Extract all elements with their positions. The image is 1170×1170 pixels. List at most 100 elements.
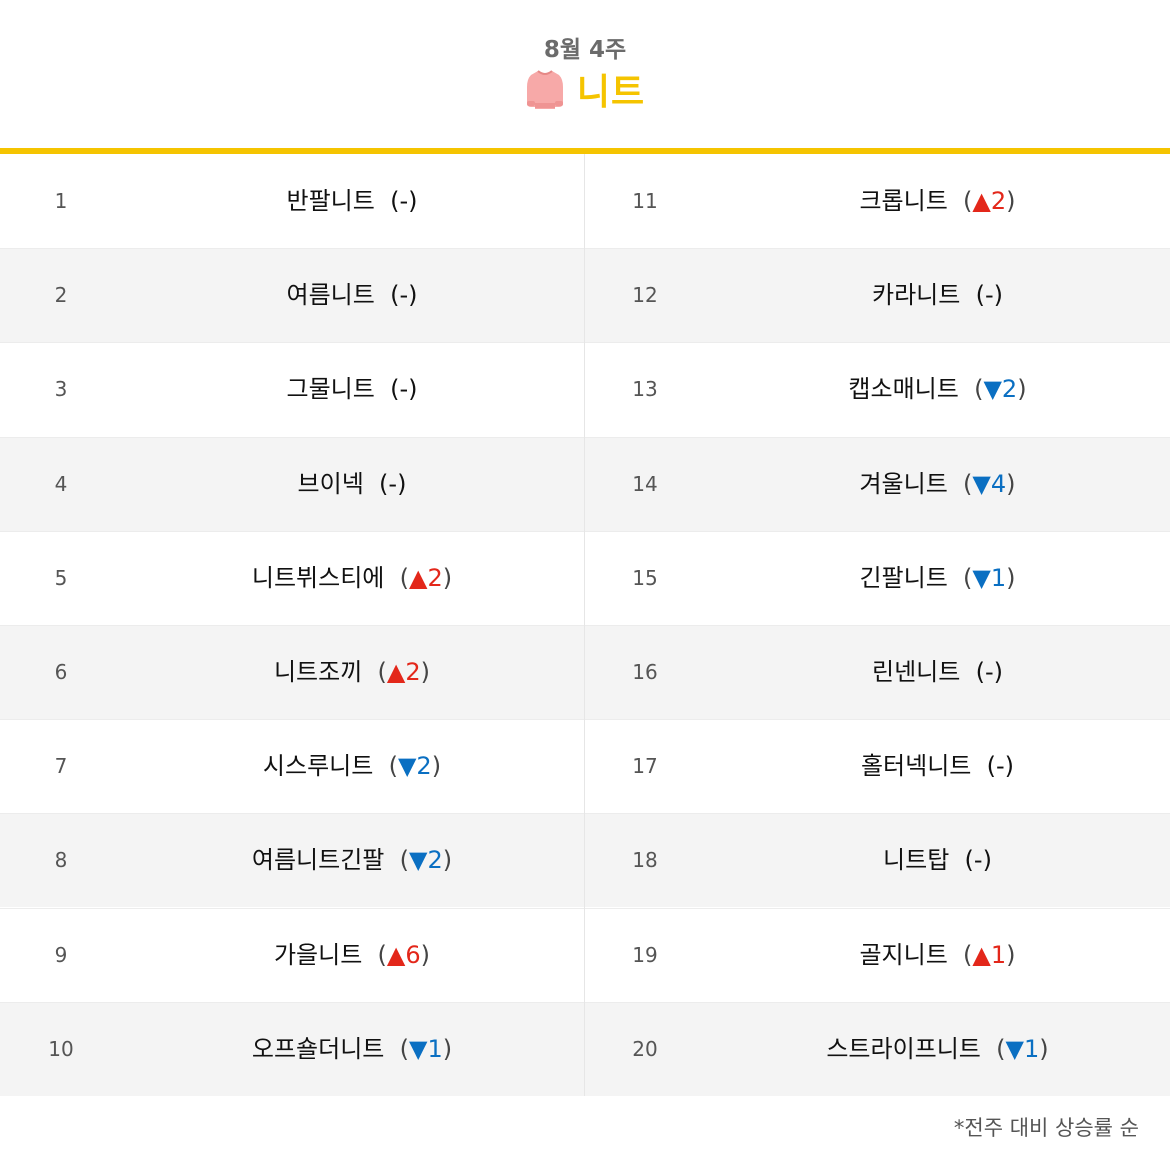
change-value: 2 bbox=[427, 846, 443, 875]
paren-close: ) bbox=[442, 563, 453, 592]
triangle-down-icon: ▼ bbox=[983, 375, 1002, 404]
paren-close: ) bbox=[993, 281, 1003, 310]
paren-close: ) bbox=[420, 940, 431, 969]
paren-open: ( bbox=[388, 752, 398, 781]
paren-close: ) bbox=[1039, 1034, 1049, 1063]
change-value: 1 bbox=[427, 1034, 443, 1063]
rank-number: 17 bbox=[632, 754, 658, 779]
paren-close: ) bbox=[442, 1034, 453, 1063]
keyword-text: 린넨니트 bbox=[871, 658, 961, 686]
rank-number: 2 bbox=[54, 283, 68, 308]
keyword-cell: 시스루니트 (▼2) bbox=[120, 719, 584, 813]
change-value: 6 bbox=[405, 940, 421, 969]
rank-change: (-) bbox=[379, 470, 406, 498]
table-row: 3 그물니트 (-) 13 캡소매니트 (▼2) bbox=[0, 342, 1170, 437]
table-row: 7 시스루니트 (▼2) 17 홀터넥니트 (-) bbox=[0, 719, 1170, 814]
keyword-cell: 오프숄더니트 (▼1) bbox=[120, 1002, 584, 1096]
paren-open: ( bbox=[975, 658, 985, 686]
rank-change: (▼2) bbox=[974, 375, 1027, 403]
paren-close: ) bbox=[1006, 563, 1016, 592]
rank-change: (▲2) bbox=[400, 564, 453, 592]
change-value: - bbox=[388, 469, 398, 498]
keyword-cell: 겨울니트 (▼4) bbox=[705, 437, 1170, 531]
paren-open: ( bbox=[377, 940, 387, 969]
change-value: 1 bbox=[1024, 1034, 1040, 1063]
change-value: - bbox=[984, 281, 994, 310]
keyword-cell: 린넨니트 (-) bbox=[705, 625, 1170, 719]
triangle-down-icon: ▼ bbox=[409, 1034, 428, 1063]
rank-number: 11 bbox=[632, 189, 658, 213]
change-value: - bbox=[996, 752, 1005, 781]
keyword-cell: 가을니트 (▲6) bbox=[120, 908, 584, 1002]
title-row: 니트 bbox=[0, 64, 1170, 114]
change-value: 2 bbox=[416, 752, 432, 781]
paren-close: ) bbox=[1006, 940, 1016, 969]
change-value: 2 bbox=[1001, 375, 1018, 404]
keyword-cell: 니트탑 (-) bbox=[705, 813, 1170, 907]
keyword-text: 여름니트 bbox=[286, 281, 375, 310]
keyword-text: 카라니트 bbox=[871, 281, 961, 310]
paren-close: ) bbox=[1006, 187, 1016, 215]
keyword-text: 캡소매니트 bbox=[848, 375, 959, 404]
paren-open: ( bbox=[399, 846, 409, 875]
paren-open: ( bbox=[399, 563, 409, 592]
rank-number: 10 bbox=[48, 1036, 74, 1061]
paren-open: ( bbox=[399, 1034, 409, 1063]
triangle-down-icon: ▼ bbox=[397, 752, 417, 781]
rank-change: (-) bbox=[976, 658, 1003, 686]
change-value: - bbox=[973, 846, 983, 875]
keyword-cell: 카라니트 (-) bbox=[705, 248, 1170, 342]
table-row: 9 가을니트 (▲6) 19 골지니트 (▲1) bbox=[0, 907, 1170, 1002]
keyword-text: 긴팔니트 bbox=[859, 563, 948, 592]
keyword-text: 스트라이프니트 bbox=[826, 1034, 981, 1063]
paren-close: ) bbox=[431, 752, 442, 781]
rank-change: (-) bbox=[965, 846, 992, 874]
change-value: - bbox=[399, 375, 409, 404]
rank-change: (▲2) bbox=[963, 187, 1016, 215]
change-value: 2 bbox=[990, 187, 1007, 215]
rank-change: (▼2) bbox=[389, 752, 442, 780]
keyword-text: 시스루니트 bbox=[262, 752, 374, 781]
change-value: 2 bbox=[427, 563, 443, 592]
table-row: 5 니트뷔스티에 (▲2) 15 긴팔니트 (▼1) bbox=[0, 530, 1170, 625]
sweater-icon bbox=[525, 67, 565, 111]
table-row: 2 여름니트 (-) 12 카라니트 (-) bbox=[0, 248, 1170, 343]
triangle-up-icon: ▲ bbox=[386, 940, 406, 969]
rank-number: 8 bbox=[54, 848, 68, 873]
keyword-text: 반팔니트 bbox=[286, 187, 375, 215]
triangle-up-icon: ▲ bbox=[386, 658, 406, 686]
triangle-up-icon: ▲ bbox=[972, 940, 991, 969]
rank-change: (▼1) bbox=[963, 564, 1016, 592]
paren-close: ) bbox=[1004, 752, 1015, 781]
paren-open: ( bbox=[964, 846, 974, 875]
keyword-text: 니트조끼 bbox=[273, 658, 363, 686]
rank-change: (-) bbox=[976, 281, 1003, 309]
change-value: 4 bbox=[990, 469, 1007, 498]
rank-number: 16 bbox=[632, 660, 658, 684]
keyword-text: 골지니트 bbox=[859, 940, 948, 969]
rank-number: 14 bbox=[632, 471, 658, 496]
keyword-cell: 여름니트 (-) bbox=[120, 248, 584, 342]
rank-number: 20 bbox=[632, 1036, 658, 1061]
keyword-cell: 여름니트긴팔 (▼2) bbox=[120, 813, 584, 907]
keyword-cell: 니트조끼 (▲2) bbox=[120, 625, 584, 719]
row-separator bbox=[0, 530, 1170, 532]
rank-number: 1 bbox=[54, 189, 68, 213]
page-title: 니트 bbox=[576, 72, 646, 113]
rank-change: (▼1) bbox=[996, 1035, 1049, 1063]
keyword-cell: 홀터넥니트 (-) bbox=[705, 719, 1170, 813]
column-divider bbox=[584, 154, 585, 1096]
keyword-cell: 그물니트 (-) bbox=[120, 342, 584, 436]
footnote: *전주 대비 상승률 순 bbox=[953, 1116, 1139, 1140]
change-value: - bbox=[399, 187, 409, 215]
keyword-text: 브이넥 bbox=[297, 469, 364, 498]
rank-number: 4 bbox=[54, 471, 68, 496]
keyword-text: 니트뷔스티에 bbox=[251, 563, 385, 592]
keyword-cell: 골지니트 (▲1) bbox=[705, 908, 1170, 1002]
